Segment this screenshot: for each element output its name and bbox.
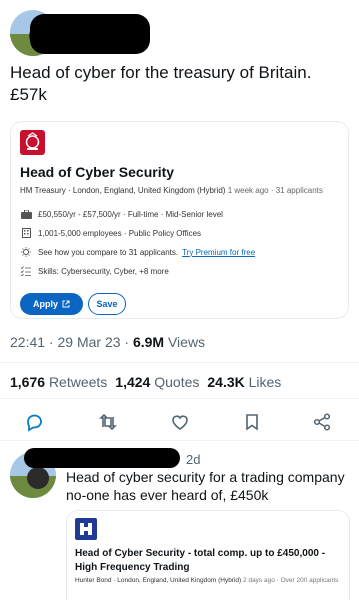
tweet-timestamp: 22:41 · 29 Mar 23 · 6.9M Views [10, 334, 205, 350]
tweet-text: Head of cyber for the treasury of Britai… [10, 63, 312, 104]
retweet-icon[interactable] [96, 410, 120, 434]
reply-job-company[interactable]: Hunter Bond [75, 577, 112, 584]
job-location: London, England, United Kingdom (Hybrid) [72, 186, 226, 195]
redacted-username [30, 14, 150, 54]
reply-job-card[interactable]: Head of Cyber Security - total comp. up … [66, 510, 350, 600]
divider [0, 398, 359, 399]
reply-text: Head of cyber security for a trading com… [66, 469, 345, 503]
reply-job-location: London, England, United Kingdom (Hybrid) [117, 577, 242, 584]
job-title[interactable]: Head of Cyber Security [20, 164, 174, 180]
company-size-row: 1,001-5,000 employees · Public Policy Of… [20, 228, 201, 238]
briefcase-icon [20, 209, 32, 219]
lightbulb-icon [20, 247, 32, 257]
timestamp-text: 22:41 · 29 Mar 23 · [10, 334, 133, 350]
tweet-header [10, 10, 349, 56]
like-icon[interactable] [168, 410, 192, 434]
hunter-bond-logo-icon [75, 518, 97, 540]
company-size-text: 1,001-5,000 employees · Public Policy Of… [38, 228, 202, 238]
action-bar [0, 408, 359, 436]
compare-text: See how you compare to 31 applicants. [38, 247, 179, 257]
engagement-stats: 1,676 Retweets 1,424 Quotes 24.3K Likes [10, 374, 281, 390]
salary-text: £50,550/yr - £57,500/yr · Full-time · Mi… [38, 209, 223, 219]
reply-job-applicants: Over 200 applicants [280, 577, 339, 584]
divider [0, 440, 359, 441]
save-button[interactable]: Save [88, 293, 126, 315]
skills-row: Skills: Cybersecurity, Cyber, +8 more [20, 266, 169, 276]
uk-government-crest-icon [20, 130, 45, 155]
reply-job-title[interactable]: Head of Cyber Security - total comp. up … [75, 547, 345, 575]
job-posted: 1 week ago [227, 186, 269, 195]
views-label: Views [164, 334, 206, 350]
job-applicants: 31 applicants [275, 186, 323, 195]
likes-label[interactable]: Likes [249, 374, 282, 390]
redacted-username [24, 448, 180, 468]
share-icon[interactable] [310, 410, 334, 434]
retweets-label[interactable]: Retweets [49, 374, 107, 390]
job-card[interactable]: Head of Cyber Security HM Treasury · Lon… [10, 121, 349, 319]
reply-job-posted: 2 days ago [243, 577, 275, 584]
bookmark-icon[interactable] [240, 410, 264, 434]
try-premium-link[interactable]: Try Premium for free [182, 248, 255, 257]
reply-job-meta: Hunter Bond · London, England, United Ki… [75, 577, 339, 584]
divider [0, 362, 359, 363]
apply-label: Apply [32, 299, 58, 309]
job-meta: HM Treasury · London, England, United Ki… [20, 186, 323, 195]
likes-count[interactable]: 24.3K [207, 374, 244, 390]
retweets-count[interactable]: 1,676 [10, 374, 45, 390]
building-icon [20, 228, 32, 238]
job-company[interactable]: HM Treasury [20, 186, 66, 195]
salary-row: £50,550/yr - £57,500/yr · Full-time · Mi… [20, 209, 223, 219]
quotes-count[interactable]: 1,424 [115, 374, 150, 390]
external-link-icon [62, 300, 70, 308]
reply-icon[interactable] [22, 410, 46, 434]
compare-row: See how you compare to 31 applicants. Tr… [20, 247, 255, 257]
views-count[interactable]: 6.9M [133, 334, 164, 350]
skills-text: Skills: Cybersecurity, Cyber, +8 more [38, 266, 169, 276]
reply-timestamp[interactable]: 2d [186, 452, 200, 467]
quotes-label[interactable]: Quotes [154, 374, 199, 390]
reply-tweet[interactable]: 2d Head of cyber security for a trading … [0, 446, 359, 600]
checklist-icon [20, 266, 32, 276]
apply-button[interactable]: Apply [20, 293, 83, 315]
